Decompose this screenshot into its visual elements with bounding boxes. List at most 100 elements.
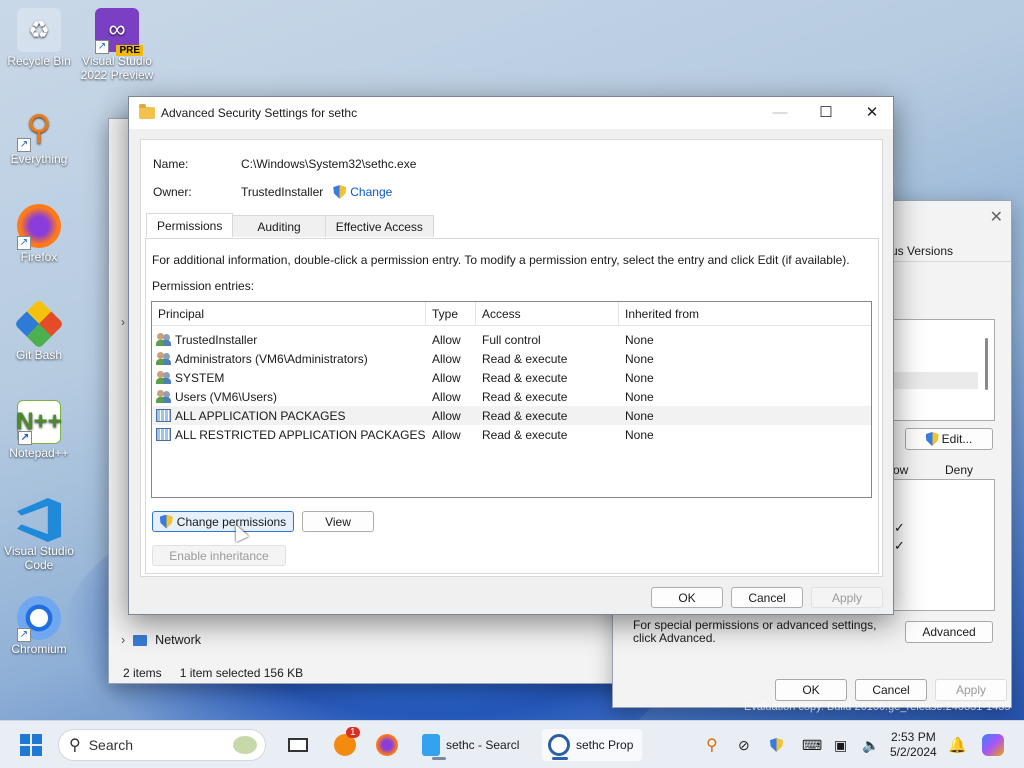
check-icon: ✓ xyxy=(894,538,905,553)
desktop-icon-git-bash[interactable]: Git Bash xyxy=(0,299,78,362)
taskbar-properties-task[interactable]: sethc Prop xyxy=(542,729,642,761)
tab-effective-access[interactable]: Effective Access xyxy=(324,215,434,237)
table-row[interactable]: ALL APPLICATION PACKAGES Allow Read & ex… xyxy=(152,406,871,425)
tray-search-icon[interactable]: ⚲ xyxy=(706,729,718,761)
pre-badge: PRE xyxy=(116,45,143,56)
desktop-icon-visual-studio[interactable]: ∞ ↗ PRE Visual Studio 2022 Preview xyxy=(78,8,156,82)
task-view-icon xyxy=(288,738,308,752)
cancel-button[interactable]: Cancel xyxy=(855,679,927,701)
notepadpp-icon: N++ ↗ xyxy=(16,400,62,445)
chevron-right-icon[interactable]: › xyxy=(121,633,125,647)
info-text: For additional information, double-click… xyxy=(152,253,850,267)
ok-button[interactable]: OK xyxy=(775,679,847,701)
visual-studio-icon: ∞ ↗ PRE xyxy=(95,8,143,56)
copilot-pre-icon[interactable] xyxy=(982,729,1004,761)
shortcut-arrow-icon: ↗ xyxy=(17,236,31,250)
start-button[interactable] xyxy=(20,729,42,761)
uac-shield-icon xyxy=(333,185,346,199)
task-view-button[interactable] xyxy=(288,729,308,761)
shortcut-arrow-icon: ↗ xyxy=(18,431,32,445)
dialog-content: Name: C:\Windows\System32\sethc.exe Owne… xyxy=(140,139,883,577)
taskbar-app-notifications[interactable]: 1 xyxy=(334,727,360,761)
title-bar[interactable]: Advanced Security Settings for sethc — ☐… xyxy=(129,97,893,129)
chevron-right-icon[interactable]: › xyxy=(121,315,125,329)
windows-logo-icon xyxy=(20,734,42,756)
table-row[interactable]: Administrators (VM6\Administrators) Allo… xyxy=(152,349,871,368)
tray-defender-icon[interactable] xyxy=(770,729,783,761)
close-button[interactable]: ✕ xyxy=(849,97,895,127)
shortcut-arrow-icon: ↗ xyxy=(17,628,31,642)
owner-row: Owner: TrustedInstaller Change xyxy=(153,185,393,199)
apply-button[interactable]: Apply xyxy=(811,587,883,608)
column-type[interactable]: Type xyxy=(426,302,476,325)
dialog-title: Advanced Security Settings for sethc xyxy=(161,106,358,120)
desktop-icon-everything[interactable]: ⚲ ↗ Everything xyxy=(0,106,78,166)
change-permissions-button[interactable]: Change permissions xyxy=(152,511,294,532)
firefox-icon: ↗ xyxy=(17,204,61,250)
tab-permissions[interactable]: Permissions xyxy=(146,213,234,237)
recycle-bin-icon: ♻ xyxy=(17,8,61,52)
everything-search-icon: ⚲ ↗ xyxy=(17,106,61,152)
list-header: Principal Type Access Inherited from xyxy=(152,302,871,326)
nav-network[interactable]: › Network xyxy=(121,633,201,647)
permission-list: ✓ ✓ xyxy=(893,479,995,611)
tab-previous-versions[interactable]: us Versions xyxy=(891,244,953,258)
name-row: Name: C:\Windows\System32\sethc.exe xyxy=(153,157,417,171)
group-user-list[interactable] xyxy=(893,319,995,421)
ok-button[interactable]: OK xyxy=(651,587,723,608)
tray-keyboard-icon[interactable]: ⌨ xyxy=(802,729,822,761)
cancel-button[interactable]: Cancel xyxy=(731,587,803,608)
uac-shield-icon xyxy=(926,432,939,446)
advanced-button[interactable]: Advanced xyxy=(905,621,993,643)
column-inherited-from[interactable]: Inherited from xyxy=(619,302,759,325)
taskbar-clock[interactable]: 2:53 PM 5/2/2024 xyxy=(890,730,937,760)
table-row[interactable]: SYSTEM Allow Read & execute None xyxy=(152,368,871,387)
close-icon[interactable]: ✕ xyxy=(990,207,1003,227)
notification-bell-icon[interactable]: 🔔 xyxy=(948,729,967,761)
vscode-icon xyxy=(17,498,61,542)
column-principal[interactable]: Principal xyxy=(152,302,426,325)
running-indicator xyxy=(552,757,568,760)
chromium-icon: ↗ xyxy=(17,596,61,642)
taskbar-firefox[interactable] xyxy=(376,729,398,761)
scrollbar[interactable] xyxy=(985,338,988,390)
search-icon: ⚲ xyxy=(69,737,81,754)
desktop-icon-notepadpp[interactable]: N++ ↗ Notepad++ xyxy=(0,400,78,460)
view-button[interactable]: View xyxy=(302,511,374,532)
uac-shield-icon xyxy=(160,515,173,529)
tray-network-off-icon[interactable]: ⊘ xyxy=(738,729,750,761)
taskbar: ⚲ Search 1 sethc - Searcl sethc Prop ⚲ ⊘… xyxy=(0,720,1024,768)
maximize-button[interactable]: ☐ xyxy=(803,97,849,127)
check-icon: ✓ xyxy=(894,520,905,535)
users-icon xyxy=(156,352,171,365)
tray-display-icon[interactable]: ▣ xyxy=(834,729,847,761)
network-icon xyxy=(133,634,148,646)
deny-column-header: Deny xyxy=(945,463,974,477)
desktop-icon-chromium[interactable]: ↗ Chromium xyxy=(0,596,78,656)
package-icon xyxy=(156,409,171,422)
properties-icon xyxy=(548,734,570,756)
enable-inheritance-button[interactable]: Enable inheritance xyxy=(152,545,286,566)
desktop-icon-recycle-bin[interactable]: ♻ Recycle Bin xyxy=(0,8,78,68)
table-row[interactable]: Users (VM6\Users) Allow Read & execute N… xyxy=(152,387,871,406)
desktop-icon-firefox[interactable]: ↗ Firefox xyxy=(0,204,78,264)
users-icon xyxy=(156,371,171,384)
taskbar-search[interactable]: ⚲ Search xyxy=(58,729,266,761)
allow-column-header: ow xyxy=(893,463,909,477)
file-path: C:\Windows\System32\sethc.exe xyxy=(241,157,417,171)
users-icon xyxy=(156,333,171,346)
apply-button[interactable]: Apply xyxy=(935,679,1007,701)
shortcut-arrow-icon: ↗ xyxy=(95,40,109,54)
taskbar-explorer-task[interactable]: sethc - Searcl xyxy=(422,729,519,761)
column-access[interactable]: Access xyxy=(476,302,619,325)
change-owner-link[interactable]: Change xyxy=(350,185,392,199)
tray-volume-icon[interactable]: 🔈 xyxy=(862,729,879,761)
edit-button[interactable]: Edit... xyxy=(905,428,993,450)
table-row[interactable]: TrustedInstaller Allow Full control None xyxy=(152,330,871,349)
minimize-button[interactable]: — xyxy=(757,97,803,127)
shortcut-arrow-icon: ↗ xyxy=(17,138,31,152)
tab-auditing[interactable]: Auditing xyxy=(232,215,326,237)
table-row[interactable]: ALL RESTRICTED APPLICATION PACKAGES Allo… xyxy=(152,425,871,444)
desktop-icon-vscode[interactable]: Visual Studio Code xyxy=(0,498,78,572)
permission-entries-list[interactable]: Principal Type Access Inherited from Tru… xyxy=(151,301,872,498)
